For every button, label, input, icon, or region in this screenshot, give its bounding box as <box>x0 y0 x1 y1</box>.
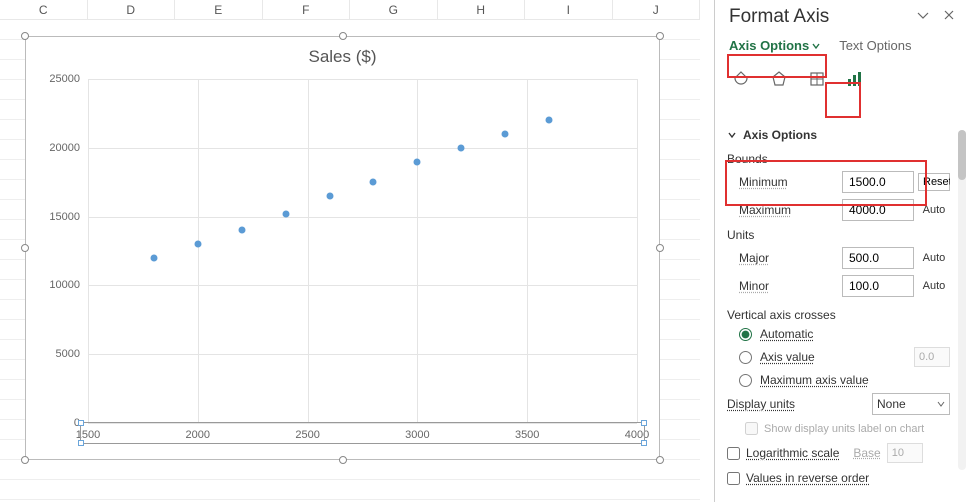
chart-area[interactable]: Sales ($) 050001000015000200002500015002… <box>32 43 653 453</box>
minor-auto: Auto <box>918 280 950 292</box>
resize-handle[interactable] <box>656 456 664 464</box>
radio-maxval-input[interactable] <box>739 374 752 387</box>
data-point[interactable] <box>282 210 289 217</box>
data-point[interactable] <box>370 179 377 186</box>
spreadsheet-col-headers: C D E F G H I J <box>0 0 700 20</box>
chart-title[interactable]: Sales ($) <box>32 47 653 67</box>
y-tick-label: 15000 <box>49 211 88 223</box>
data-point[interactable] <box>150 254 157 261</box>
y-tick-label: 10000 <box>49 279 88 291</box>
scrollbar-thumb[interactable] <box>958 130 966 180</box>
data-point[interactable] <box>326 192 333 199</box>
effects-icon[interactable] <box>767 67 791 91</box>
panel-scrollbar[interactable] <box>958 130 966 470</box>
minor-input[interactable] <box>842 275 914 297</box>
size-properties-icon[interactable] <box>805 67 829 91</box>
data-point[interactable] <box>546 117 553 124</box>
col-header[interactable]: J <box>613 0 701 20</box>
fill-line-icon[interactable] <box>729 67 753 91</box>
radio-max-value[interactable]: Maximum axis value <box>727 370 950 390</box>
radio-automatic[interactable]: Automatic <box>727 324 950 344</box>
resize-handle[interactable] <box>339 456 347 464</box>
crosses-label: Vertical axis crosses <box>727 304 950 324</box>
max-label: Maximum <box>739 203 842 217</box>
col-header[interactable]: H <box>438 0 526 20</box>
axis-value-input[interactable] <box>914 347 950 367</box>
chart-object[interactable]: Sales ($) 050001000015000200002500015002… <box>25 36 660 460</box>
tab-text-options[interactable]: Text Options <box>839 38 911 53</box>
x-axis-selected[interactable] <box>80 422 645 444</box>
data-point[interactable] <box>194 241 201 248</box>
radio-auto-input[interactable] <box>739 328 752 341</box>
col-header[interactable]: C <box>0 0 88 20</box>
data-point[interactable] <box>458 144 465 151</box>
show-units-label-checkbox: Show display units label on chart <box>727 418 950 439</box>
y-tick-label: 25000 <box>49 73 88 85</box>
axis-options-icon[interactable] <box>843 67 867 91</box>
reverse-checkbox[interactable]: Values in reverse order <box>727 467 950 489</box>
col-header[interactable]: E <box>175 0 263 20</box>
log-base-input <box>887 443 923 463</box>
major-input[interactable] <box>842 247 914 269</box>
max-input[interactable] <box>842 199 914 221</box>
col-header[interactable]: G <box>350 0 438 20</box>
col-header[interactable]: D <box>88 0 176 20</box>
resize-handle[interactable] <box>656 244 664 252</box>
max-auto: Auto <box>918 204 950 216</box>
format-axis-panel: Format Axis Axis Options Text Options Ax… <box>714 0 970 502</box>
resize-handle[interactable] <box>339 32 347 40</box>
data-point[interactable] <box>502 131 509 138</box>
units-label: Units <box>727 224 950 244</box>
log-scale-checkbox[interactable]: Logarithmic scale Base <box>727 439 950 467</box>
resize-handle[interactable] <box>21 32 29 40</box>
y-tick-label: 20000 <box>49 142 88 154</box>
major-label: Major <box>739 251 842 265</box>
bounds-label: Bounds <box>727 148 950 168</box>
data-point[interactable] <box>238 227 245 234</box>
y-tick-label: 5000 <box>56 348 88 360</box>
resize-handle[interactable] <box>21 456 29 464</box>
min-input[interactable] <box>842 171 914 193</box>
section-axis-options[interactable]: Axis Options <box>727 124 950 148</box>
plot-area[interactable]: 0500010000150002000025000150020002500300… <box>88 79 637 423</box>
tab-axis-options[interactable]: Axis Options <box>729 38 821 53</box>
display-units-select[interactable]: None <box>872 393 950 415</box>
display-units-label: Display units <box>727 397 795 411</box>
close-icon[interactable] <box>942 6 956 28</box>
collapse-icon[interactable] <box>916 6 930 28</box>
panel-title: Format Axis <box>729 6 829 28</box>
major-auto: Auto <box>918 252 950 264</box>
radio-axis-value[interactable]: Axis value <box>727 344 950 370</box>
resize-handle[interactable] <box>21 244 29 252</box>
col-header[interactable]: I <box>525 0 613 20</box>
panel-body: Axis Options Bounds Minimum Reset Maximu… <box>727 124 950 502</box>
data-point[interactable] <box>414 158 421 165</box>
radio-axisval-input[interactable] <box>739 351 752 364</box>
resize-handle[interactable] <box>656 32 664 40</box>
minor-label: Minor <box>739 279 842 293</box>
col-header[interactable]: F <box>263 0 351 20</box>
min-label: Minimum <box>739 175 842 189</box>
min-reset-button[interactable]: Reset <box>918 173 950 191</box>
